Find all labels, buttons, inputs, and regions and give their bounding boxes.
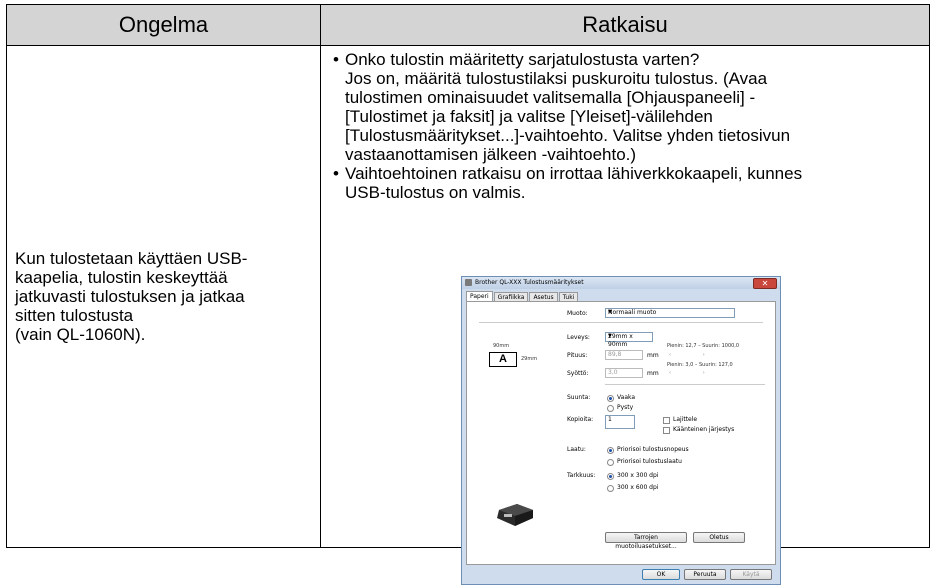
troubleshooting-table: Ongelma Ratkaisu Kun tulostetaan käyttäe…	[6, 4, 930, 585]
bullet-dot: •	[333, 50, 339, 69]
solution-bullet-1: • Onko tulostin määritetty sarjatulostus…	[333, 50, 921, 164]
feed-input[interactable]: 3,0	[605, 368, 643, 378]
tarkkuus-label: Tarkkuus:	[567, 472, 596, 479]
problem-line: sitten tulostusta	[15, 306, 134, 325]
label-format-settings-button[interactable]: Tarrojen muotoiluasetukset...	[605, 532, 687, 550]
apply-button[interactable]: Käytä	[730, 569, 772, 580]
default-button[interactable]: Oletus	[693, 532, 745, 543]
label-height-dimension: 29mm	[521, 356, 538, 362]
divider	[479, 322, 763, 323]
problem-line: jatkuvasti tulostuksen ja jatkaa	[15, 287, 245, 306]
problem-line: Kun tulostetaan käyttäen USB-	[15, 249, 248, 268]
orientation-landscape-radio[interactable]	[607, 395, 614, 402]
solution-line: [Tulostimet ja faksit] ja valitse [Yleis…	[345, 107, 713, 126]
suunta-label: Suunta:	[567, 394, 591, 401]
close-button[interactable]: ✕	[753, 278, 777, 289]
page: Ongelma Ratkaisu Kun tulostetaan käyttäe…	[0, 0, 937, 585]
quality-best-label: Priorisoi tulostuslaatu	[617, 458, 682, 465]
solution-bullet-2: • Vaihtoehtoinen ratkaisu on irrottaa lä…	[333, 164, 921, 202]
table-header-row: Ongelma Ratkaisu	[6, 4, 930, 46]
feed-hint: Pienin: 3,0 – Suurin: 127,0	[667, 362, 733, 368]
solution-cell: • Onko tulostin määritetty sarjatulostus…	[320, 45, 930, 585]
problem-line: (vain QL-1060N).	[15, 325, 146, 344]
solution-line: USB-tulostus on valmis.	[345, 183, 526, 202]
leveys-label: Leveys:	[567, 334, 590, 341]
length-slider[interactable]: ‹ ›	[669, 352, 705, 358]
feed-slider[interactable]: ‹ ›	[669, 370, 705, 376]
solution-line: Jos on, määritä tulostustilaksi puskuroi…	[345, 69, 768, 88]
label-preview-letter: A	[499, 353, 507, 365]
format-select[interactable]: Normaali muoto ▼	[605, 308, 735, 318]
chevron-down-icon: ▼	[608, 333, 612, 339]
paper-tab-panel: Muoto: Normaali muoto ▼ Leveys: 29mm x 90…	[466, 301, 776, 565]
reverse-order-checkbox[interactable]	[663, 427, 670, 434]
orientation-landscape-label: Vaaka	[617, 394, 636, 401]
resolution-300x300-label: 300 x 300 dpi	[617, 472, 659, 479]
copies-value: 1	[608, 416, 612, 423]
quality-best-radio[interactable]	[607, 459, 614, 466]
quality-speed-label: Priorisoi tulostusnopeus	[617, 446, 689, 453]
orientation-portrait-label: Pysty	[617, 404, 634, 411]
divider	[605, 384, 765, 385]
solution-line: [Tulostusmääritykset...]-vaihtoehto. Val…	[345, 126, 791, 145]
length-input-value: 89,8	[608, 351, 622, 358]
problem-cell: Kun tulostetaan käyttäen USB- kaapelia, …	[6, 45, 321, 548]
solution-line: Onko tulostin määritetty sarjatulostusta…	[345, 50, 700, 69]
orientation-portrait-radio[interactable]	[607, 405, 614, 412]
print-settings-dialog: Brother QL-XXX Tulostusmääritykset ✕ Pap…	[461, 276, 781, 585]
printer-image	[497, 504, 533, 526]
width-select[interactable]: 29mm x 90mm ▼	[605, 332, 653, 348]
resolution-300x300-radio[interactable]	[607, 473, 614, 480]
bullet-dot: •	[333, 164, 339, 183]
ok-button[interactable]: OK	[642, 569, 680, 580]
kopioita-label: Kopioita:	[567, 416, 594, 423]
label-preview: A	[489, 352, 517, 367]
length-unit: mm	[647, 352, 659, 359]
solution-line: vastaanottamisen jälkeen -vaihtoehto.)	[345, 145, 637, 164]
resolution-300x600-radio[interactable]	[607, 485, 614, 492]
dialog-titlebar: Brother QL-XXX Tulostusmääritykset ✕	[462, 277, 780, 289]
problem-line: kaapelia, tulostin keskeyttää	[15, 268, 228, 287]
solution-line: Vaihtoehtoinen ratkaisu on irrottaa lähi…	[345, 164, 803, 183]
dialog-tabs: Paperi Grafiikka Asetus Tuki	[466, 291, 579, 302]
chevron-down-icon: ▼	[608, 309, 612, 315]
header-problem: Ongelma	[6, 4, 321, 46]
printer-icon	[465, 279, 472, 286]
length-hint: Pienin: 12,7 – Suurin: 1000,0	[667, 343, 740, 349]
label-width-dimension: 90mm	[493, 343, 510, 349]
resolution-300x600-label: 300 x 600 dpi	[617, 484, 659, 491]
laatu-label: Laatu:	[567, 446, 586, 453]
dialog-title: Brother QL-XXX Tulostusmääritykset	[475, 279, 584, 286]
table-row: Kun tulostetaan käyttäen USB- kaapelia, …	[6, 45, 930, 585]
syotto-label: Syöttö:	[567, 370, 589, 377]
feed-input-value: 3,0	[608, 369, 618, 376]
collate-label: Lajittele	[673, 416, 698, 423]
reverse-order-label: Käänteinen järjestys	[673, 426, 735, 433]
muoto-label: Muoto:	[567, 310, 588, 317]
cancel-button[interactable]: Peruuta	[684, 569, 726, 580]
solution-line: tulostimen ominaisuudet valitsemalla [Oh…	[345, 88, 756, 107]
quality-speed-radio[interactable]	[607, 447, 614, 454]
length-input[interactable]: 89,8	[605, 350, 643, 360]
copies-stepper[interactable]: 1	[605, 415, 635, 429]
pituus-label: Pituus:	[567, 352, 588, 359]
collate-checkbox[interactable]	[663, 417, 670, 424]
feed-unit: mm	[647, 370, 659, 377]
header-solution: Ratkaisu	[320, 4, 930, 46]
